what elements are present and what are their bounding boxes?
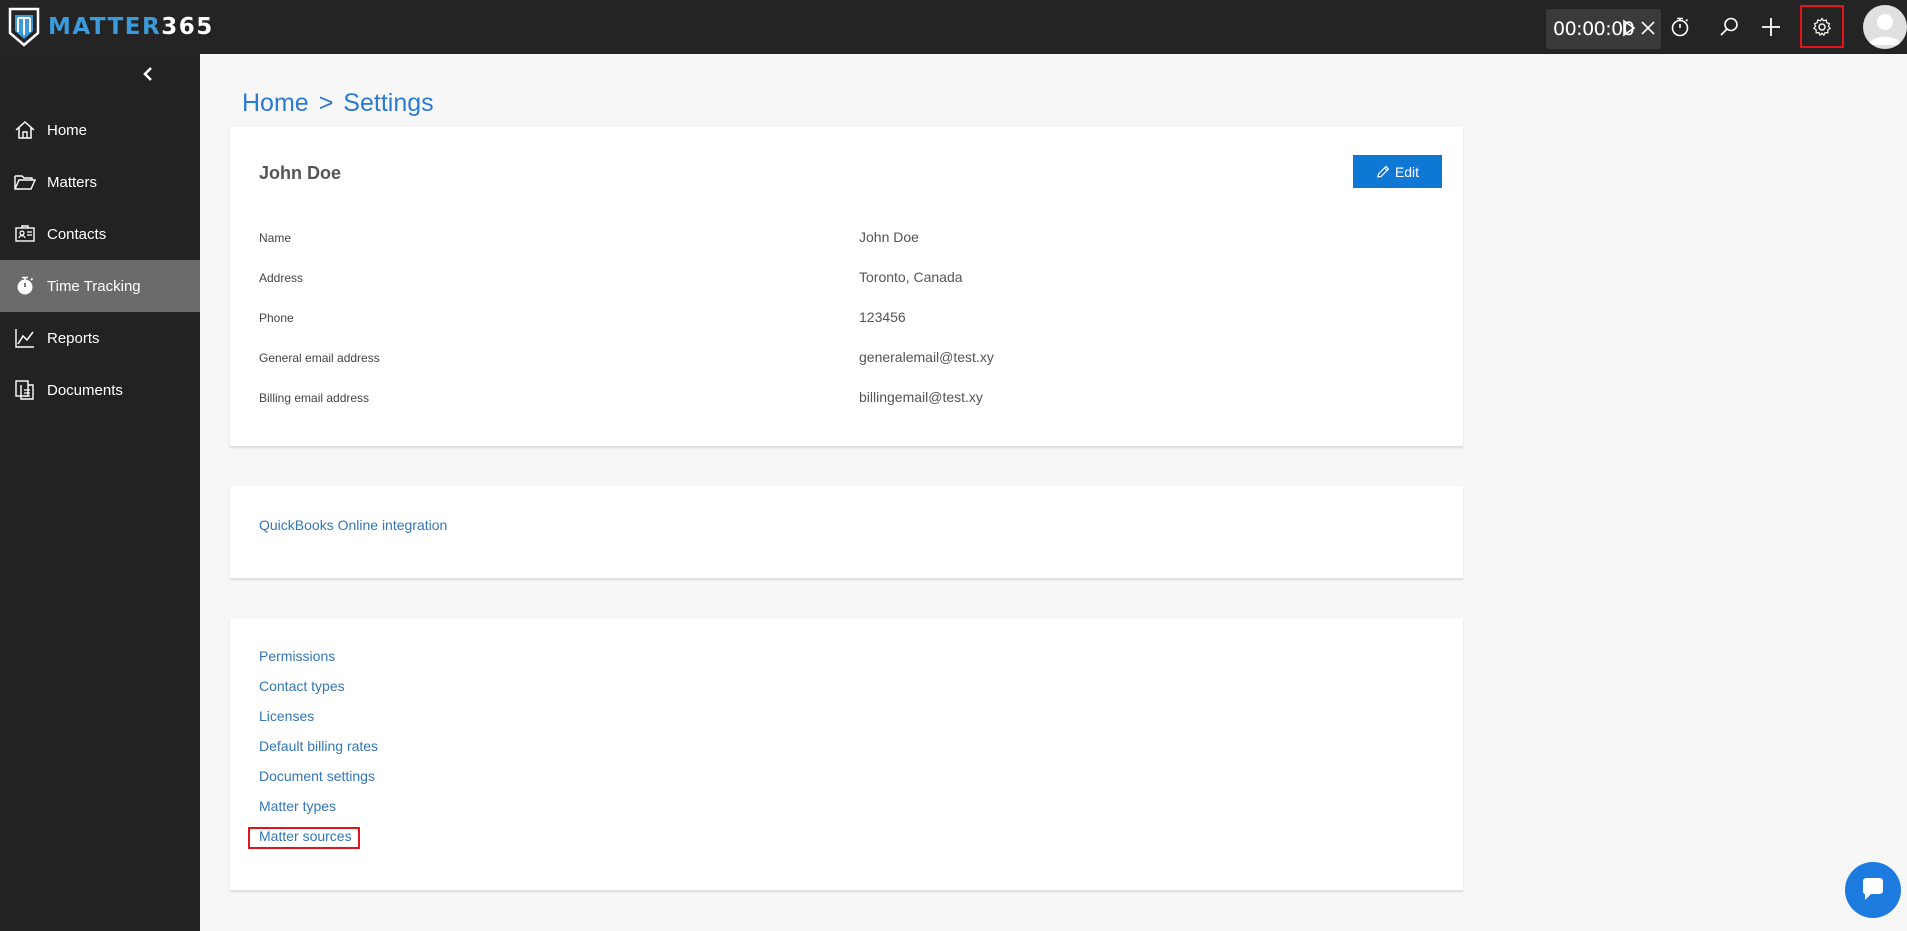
permissions-link[interactable]: Permissions bbox=[259, 648, 335, 664]
integration-card: QuickBooks Online integration bbox=[230, 486, 1463, 579]
logo-text-365: 365 bbox=[161, 14, 214, 40]
default-billing-rates-link[interactable]: Default billing rates bbox=[259, 738, 378, 754]
matter-sources-link[interactable]: Matter sources bbox=[259, 828, 352, 844]
field-value-name: John Doe bbox=[859, 229, 919, 245]
document-settings-link[interactable]: Document settings bbox=[259, 768, 375, 784]
play-icon[interactable] bbox=[1622, 19, 1636, 37]
pencil-icon bbox=[1377, 165, 1390, 178]
field-value-billing-email: billingemail@test.xy bbox=[859, 389, 983, 405]
logo-text: MATTER365 bbox=[48, 14, 214, 40]
contacts-icon bbox=[13, 222, 37, 246]
app-logo[interactable]: MATTER365 bbox=[8, 5, 214, 49]
sidebar-item-label: Matters bbox=[47, 173, 98, 191]
edit-button[interactable]: Edit bbox=[1353, 155, 1442, 188]
field-value-phone: 123456 bbox=[859, 309, 906, 325]
folder-icon bbox=[13, 170, 37, 194]
profile-name: John Doe bbox=[259, 163, 342, 183]
sidebar-item-label: Reports bbox=[47, 329, 100, 347]
documents-icon bbox=[13, 378, 37, 402]
field-value-general-email: generalemail@test.xy bbox=[859, 349, 994, 365]
contact-types-link[interactable]: Contact types bbox=[259, 678, 345, 694]
stopwatch-button[interactable] bbox=[1667, 14, 1693, 40]
close-icon[interactable] bbox=[1640, 20, 1656, 36]
sidebar-item-reports[interactable]: Reports bbox=[0, 312, 200, 364]
search-button[interactable] bbox=[1716, 14, 1742, 40]
timer-widget: 00:00:00 bbox=[1546, 9, 1661, 49]
chat-button[interactable] bbox=[1845, 862, 1901, 918]
chart-icon bbox=[13, 326, 37, 350]
gear-icon bbox=[1812, 16, 1832, 36]
sidebar-item-contacts[interactable]: Contacts bbox=[0, 208, 200, 260]
edit-label: Edit bbox=[1394, 163, 1420, 180]
chevron-left-icon[interactable] bbox=[140, 66, 156, 82]
matter-types-link[interactable]: Matter types bbox=[259, 798, 336, 814]
sidebar-item-label: Time Tracking bbox=[47, 277, 141, 295]
stopwatch-icon bbox=[13, 274, 37, 298]
sidebar: Home Matters Contacts Time Tracking Repo… bbox=[0, 54, 200, 931]
sidebar-item-label: Contacts bbox=[47, 225, 107, 243]
field-label-phone: Phone bbox=[259, 311, 294, 325]
settings-button[interactable] bbox=[1800, 5, 1844, 48]
logo-text-matter: MATTER bbox=[48, 14, 162, 40]
sidebar-item-label: Documents bbox=[47, 381, 123, 399]
field-label-general-email: General email address bbox=[259, 351, 380, 365]
licenses-link[interactable]: Licenses bbox=[259, 708, 314, 724]
user-avatar[interactable] bbox=[1863, 5, 1907, 49]
quickbooks-integration-link[interactable]: QuickBooks Online integration bbox=[259, 517, 447, 533]
breadcrumb-home[interactable]: Home bbox=[242, 89, 309, 117]
breadcrumb-separator: > bbox=[318, 89, 334, 117]
top-bar: MATTER365 00:00:00 bbox=[0, 0, 1907, 54]
profile-card: John Doe Edit Name John Doe Address Toro… bbox=[230, 127, 1463, 447]
plus-icon bbox=[1762, 18, 1780, 36]
breadcrumb: Home > Settings bbox=[242, 89, 444, 118]
sidebar-item-home[interactable]: Home bbox=[0, 104, 200, 156]
chat-bubble-icon bbox=[1863, 878, 1883, 900]
breadcrumb-current: Settings bbox=[343, 89, 434, 117]
field-label-billing-email: Billing email address bbox=[259, 391, 370, 405]
sidebar-item-label: Home bbox=[47, 121, 88, 139]
sidebar-item-time-tracking[interactable]: Time Tracking bbox=[0, 260, 200, 312]
field-label-name: Name bbox=[259, 231, 292, 245]
sidebar-item-matters[interactable]: Matters bbox=[0, 156, 200, 208]
home-icon bbox=[13, 118, 37, 142]
stopwatch-icon bbox=[1671, 17, 1689, 37]
user-icon bbox=[1869, 14, 1901, 45]
field-value-address: Toronto, Canada bbox=[859, 269, 963, 285]
add-button[interactable] bbox=[1758, 14, 1784, 40]
search-icon bbox=[1720, 17, 1738, 36]
logo-shield-icon bbox=[8, 7, 40, 47]
sidebar-item-documents[interactable]: Documents bbox=[0, 364, 200, 416]
field-label-address: Address bbox=[259, 271, 304, 285]
settings-links-card: Permissions Contact types Licenses Defau… bbox=[230, 618, 1463, 891]
